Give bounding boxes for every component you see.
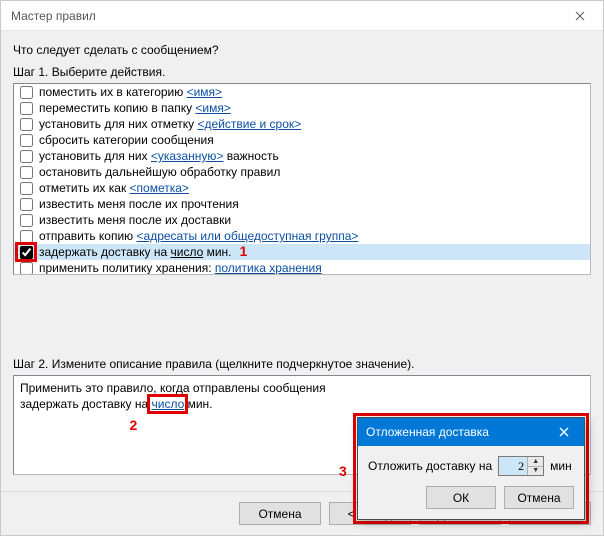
rule-checkbox[interactable] <box>20 118 33 131</box>
rule-row[interactable]: применить политику хранения: политика хр… <box>14 260 590 275</box>
rule-row[interactable]: установить для них <указанную> важность <box>14 148 590 164</box>
subdialog-cancel-button[interactable]: Отмена <box>504 486 574 509</box>
rule-label: отметить их как <пометка> <box>39 181 189 195</box>
rule-checkbox[interactable] <box>20 262 33 275</box>
rule-row[interactable]: поместить их в категорию <имя> <box>14 84 590 100</box>
rule-checkbox[interactable] <box>20 214 33 227</box>
rule-param-link[interactable]: <действие и срок> <box>198 117 302 131</box>
subdialog-ok-button[interactable]: ОК <box>426 486 496 509</box>
rule-label: установить для них <указанную> важность <box>39 149 279 163</box>
rule-param-link[interactable]: <имя> <box>187 85 222 99</box>
actions-list[interactable]: поместить их в категорию <имя> переместит… <box>13 83 591 275</box>
rule-label: отправить копию <адресаты или общедоступ… <box>39 229 358 243</box>
rule-row[interactable]: известить меня после их прочтения <box>14 196 590 212</box>
rule-param-link[interactable]: <указанную> <box>151 149 224 163</box>
minutes-input[interactable] <box>499 457 527 475</box>
rule-checkbox[interactable] <box>20 182 33 195</box>
rule-checkbox[interactable] <box>20 246 33 259</box>
deferred-delivery-dialog: Отложенная доставка Отложить доставку на… <box>357 417 585 520</box>
rule-label: остановить дальнейшую обработку правил <box>39 165 280 179</box>
rule-label: применить политику хранения: политика хр… <box>39 261 322 275</box>
rule-checkbox[interactable] <box>20 86 33 99</box>
rule-row[interactable]: задержать доставку на число мин. <box>14 244 590 260</box>
rule-label: сбросить категории сообщения <box>39 133 214 147</box>
rule-row[interactable]: установить для них отметку <действие и с… <box>14 116 590 132</box>
rule-label: переместить копию в папку <имя> <box>39 101 231 115</box>
defer-label-post: мин <box>550 459 572 473</box>
rule-checkbox[interactable] <box>20 198 33 211</box>
rule-row[interactable]: остановить дальнейшую обработку правил <box>14 164 590 180</box>
step1-label: Шаг 1. Выберите действия. <box>13 65 591 79</box>
rule-label: установить для них отметку <действие и с… <box>39 117 301 131</box>
titlebar: Мастер правил <box>1 1 603 31</box>
desc-line1: Применить это правило, когда отправлены … <box>20 380 584 396</box>
rule-param-link[interactable]: политика хранения <box>215 261 322 275</box>
subdialog-title: Отложенная доставка <box>366 425 544 439</box>
window-title: Мастер правил <box>11 9 557 23</box>
subdialog-close-icon[interactable] <box>544 418 584 446</box>
rule-param-link[interactable]: <адресаты или общедоступная группа> <box>137 229 359 243</box>
rule-checkbox[interactable] <box>20 166 33 179</box>
rules-wizard-window: Мастер правил Что следует сделать с сооб… <box>0 0 604 536</box>
rule-checkbox[interactable] <box>20 102 33 115</box>
rule-label: поместить их в категорию <имя> <box>39 85 222 99</box>
desc-number-link[interactable]: число <box>151 397 184 411</box>
subdialog-titlebar: Отложенная доставка <box>358 418 584 446</box>
rule-param-link[interactable]: <пометка> <box>130 181 189 195</box>
rule-row[interactable]: сбросить категории сообщения <box>14 132 590 148</box>
rule-param-link[interactable]: число <box>170 245 203 259</box>
rule-row[interactable]: известить меня после их доставки <box>14 212 590 228</box>
step2-label: Шаг 2. Измените описание правила (щелкни… <box>13 357 591 371</box>
rule-row[interactable]: переместить копию в папку <имя> <box>14 100 590 116</box>
cancel-button[interactable]: Отмена <box>239 502 321 525</box>
stepper-up-icon[interactable]: ▲ <box>528 457 543 467</box>
rule-label: известить меня после их прочтения <box>39 197 239 211</box>
rule-checkbox[interactable] <box>20 230 33 243</box>
close-icon[interactable] <box>557 1 603 31</box>
dialog-body: Что следует сделать с сообщением? Шаг 1.… <box>1 31 603 491</box>
defer-label-pre: Отложить доставку на <box>368 459 492 473</box>
rule-row[interactable]: отметить их как <пометка> <box>14 180 590 196</box>
rule-checkbox[interactable] <box>20 134 33 147</box>
minutes-stepper[interactable]: ▲ ▼ <box>498 456 544 476</box>
question-label: Что следует сделать с сообщением? <box>13 43 591 57</box>
stepper-down-icon[interactable]: ▼ <box>528 467 543 476</box>
rule-row[interactable]: отправить копию <адресаты или общедоступ… <box>14 228 590 244</box>
rule-label: задержать доставку на число мин. <box>39 245 232 259</box>
rule-checkbox[interactable] <box>20 150 33 163</box>
rule-param-link[interactable]: <имя> <box>195 101 230 115</box>
rule-label: известить меня после их доставки <box>39 213 231 227</box>
desc-line2: задержать доставку на число мин. <box>20 396 584 412</box>
